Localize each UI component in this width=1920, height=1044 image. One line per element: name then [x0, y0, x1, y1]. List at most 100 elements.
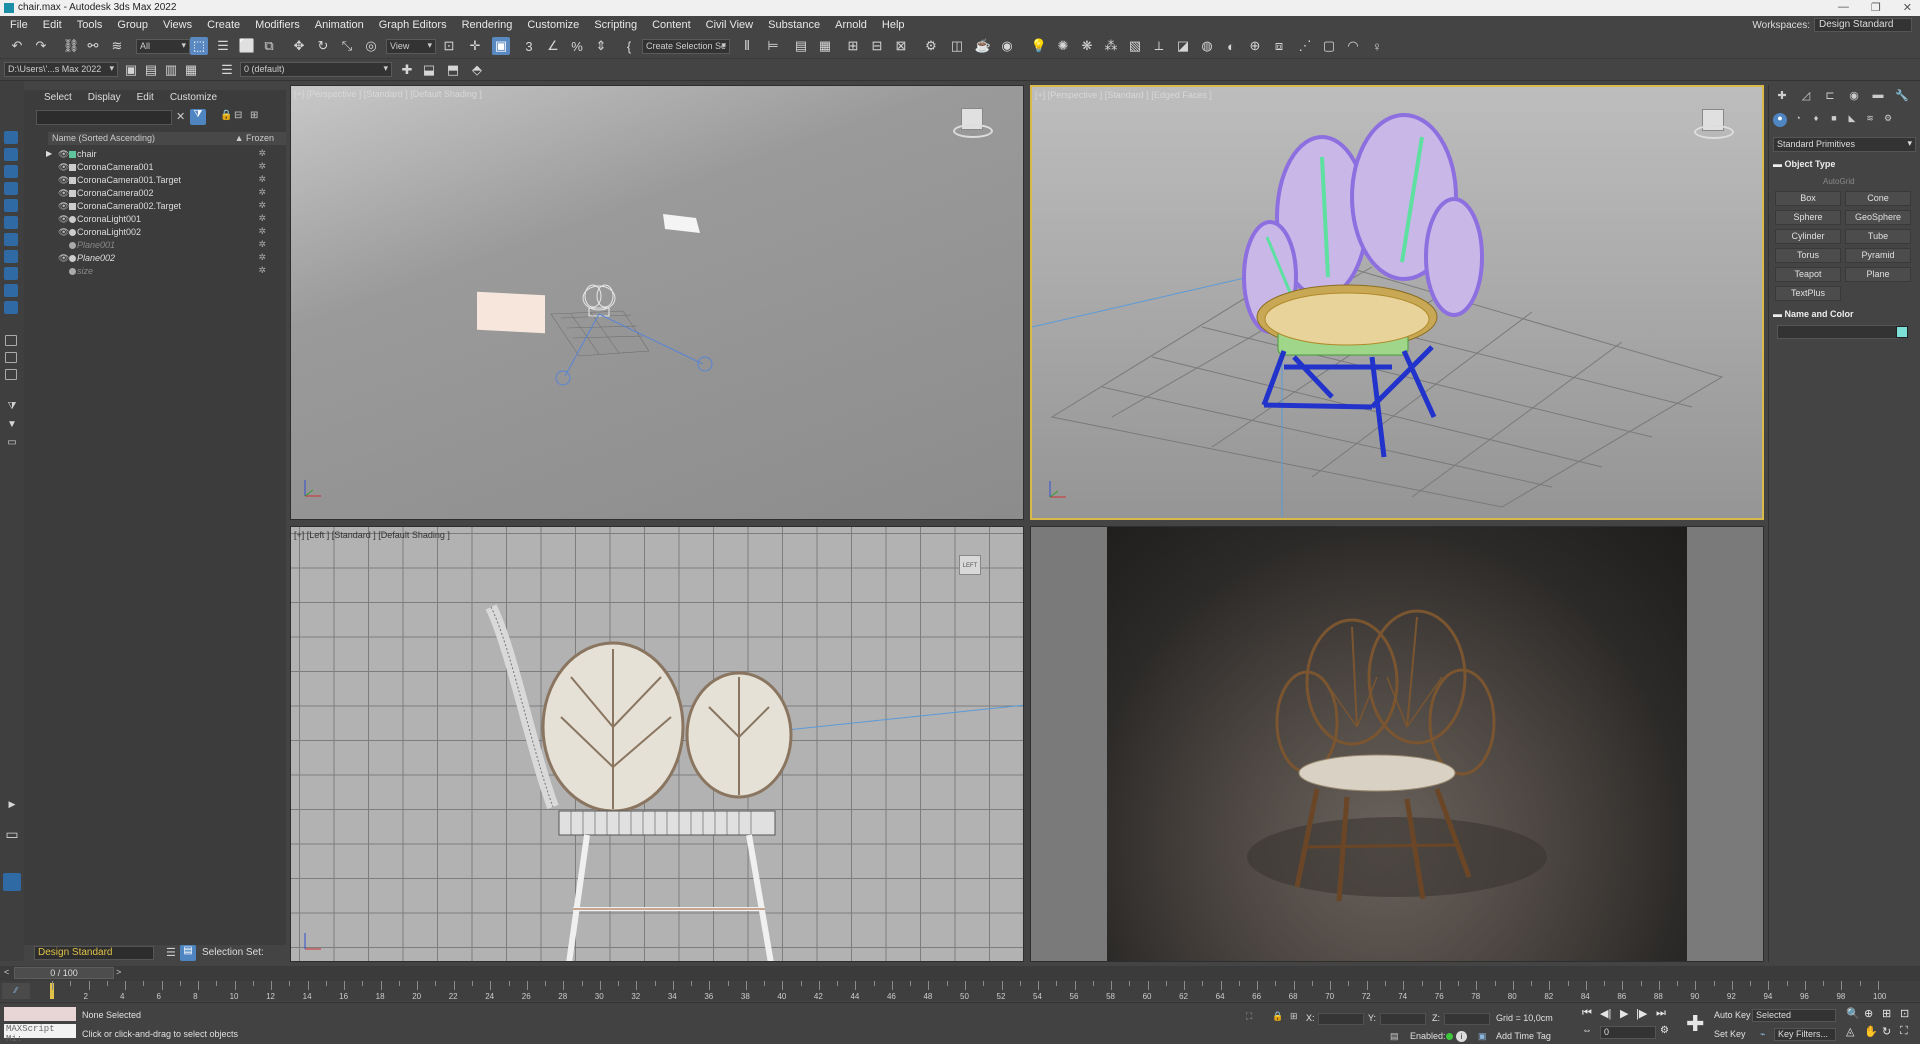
systems-category-icon[interactable]: ⚙ [1881, 113, 1895, 127]
autogrid-checkbox[interactable]: AutoGrid [1823, 177, 1855, 186]
zoom-extents-all-icon[interactable]: ⊡ [1900, 1007, 1909, 1020]
move-icon[interactable]: ✥ [290, 37, 308, 55]
visibility-eye-icon[interactable]: 👁 [58, 188, 69, 199]
layer-explorer-icon[interactable]: ▤ [792, 37, 810, 55]
info-icon[interactable]: i [1456, 1031, 1467, 1042]
y-coordinate-field[interactable] [1380, 1013, 1426, 1025]
scene-item[interactable]: 👁 CoronaLight001 ✲ [48, 213, 286, 226]
scene-item[interactable]: ▶ 👁 chair ✲ [46, 148, 286, 161]
torus-button[interactable]: Torus [1775, 248, 1841, 263]
tab-select[interactable]: Select [44, 92, 72, 108]
time-tag-icon[interactable]: ▣ [1478, 1031, 1487, 1042]
display-geometry-icon[interactable] [4, 148, 18, 161]
hidden-filter-icon[interactable] [5, 352, 17, 363]
frozen-filter-icon[interactable] [5, 335, 17, 346]
layer-icon[interactable]: ⊞ [250, 110, 258, 121]
clear-search-icon[interactable]: ✕ [176, 110, 185, 123]
scene-item[interactable]: 👁 Plane002 ✲ [48, 252, 286, 265]
cylinder-button[interactable]: Cylinder [1775, 229, 1841, 244]
display-lights-icon[interactable] [4, 182, 18, 195]
redo-icon[interactable]: ↷ [32, 37, 50, 55]
freeze-icon[interactable]: ✲ [258, 148, 266, 159]
freeze-icon[interactable]: ✲ [258, 187, 266, 198]
spacewarps-category-icon[interactable]: ≋ [1863, 113, 1877, 127]
utilities-tab-icon[interactable]: 🔧 [1893, 89, 1911, 105]
freeze-icon[interactable]: ✲ [258, 174, 266, 185]
script-icon[interactable]: ▤ [1390, 1031, 1399, 1042]
name-column-header[interactable]: Name (Sorted Ascending) [52, 133, 155, 143]
geosphere-button[interactable]: GeoSphere [1845, 210, 1911, 225]
display-spacewarps-icon[interactable] [4, 233, 18, 246]
menu-content[interactable]: Content [652, 19, 691, 31]
menu-edit[interactable]: Edit [43, 19, 62, 31]
selection-lock-icon[interactable]: 🔒 [1272, 1011, 1283, 1022]
freeze-icon[interactable]: ✲ [258, 252, 266, 263]
funnel-icon[interactable]: ⧩ [3, 397, 21, 415]
menu-customize[interactable]: Customize [527, 19, 579, 31]
window-crossing-icon[interactable]: ⧉ [260, 37, 278, 55]
texture-icon[interactable]: ◪ [1174, 37, 1192, 55]
next-key-icon[interactable]: |▶ [1636, 1007, 1647, 1020]
visibility-eye-icon[interactable]: 👁 [58, 253, 69, 264]
key-filters-button[interactable]: Key Filters... [1774, 1028, 1836, 1041]
named-selection-dropdown[interactable]: Create Selection Se [642, 39, 730, 54]
unlink-icon[interactable]: ⚯ [84, 37, 102, 55]
freeze-icon[interactable]: ✲ [258, 200, 266, 211]
set-current-layer-icon[interactable]: ⬘ [468, 61, 486, 79]
project-folder-icon[interactable]: ▣ [122, 61, 140, 79]
viewcube-ring[interactable] [1694, 125, 1734, 139]
freeze-icon[interactable]: ✲ [258, 226, 266, 237]
key-selection-dropdown[interactable]: Selected [1752, 1009, 1836, 1022]
teapot-button[interactable]: Teapot [1775, 267, 1841, 282]
zoom-extents-icon[interactable]: ⊞ [1882, 1007, 1891, 1020]
object-color-swatch[interactable] [1896, 326, 1908, 338]
scene-item[interactable]: 👁 CoronaLight002 ✲ [48, 226, 286, 239]
hierarchy-icon[interactable]: ⊟ [234, 110, 242, 121]
close-button[interactable]: ✕ [1903, 1, 1912, 14]
display-cameras-icon[interactable] [4, 199, 18, 212]
select-object-icon[interactable]: ⬚ [190, 37, 208, 55]
sort-hierarchy-icon[interactable] [3, 873, 21, 891]
track-bar[interactable]: ⁄⁄ 2 4 6 8 10 12 14 16 18 20 22 24 26 28 30 32 34 36 38 40 4… [0, 981, 1920, 1001]
menu-modifiers[interactable]: Modifiers [255, 19, 300, 31]
column-header[interactable]: Name (Sorted Ascending) ▲ Frozen [48, 132, 286, 145]
ref-coord-dropdown[interactable]: View [386, 39, 436, 54]
add-to-layer-icon[interactable]: ⬓ [420, 61, 438, 79]
mirror-icon[interactable]: ⫴ [738, 37, 756, 55]
freeze-icon[interactable]: ✲ [258, 161, 266, 172]
z-coordinate-field[interactable] [1444, 1013, 1490, 1025]
link-icon[interactable]: ⛓ [62, 37, 80, 55]
freeze-icon[interactable]: ✲ [258, 265, 266, 276]
menu-graph-editors[interactable]: Graph Editors [379, 19, 447, 31]
find-field[interactable] [36, 110, 172, 125]
create-layer-icon[interactable]: ✚ [398, 61, 416, 79]
viewport-perspective-top-right[interactable]: [+] [Perspective ] [Standard ] [Edged Fa… [1030, 85, 1764, 520]
camera-icon[interactable]: ◠ [1344, 37, 1362, 55]
go-to-end-icon[interactable]: ⏭ [1656, 1007, 1666, 1020]
sphere-button[interactable]: Sphere [1775, 210, 1841, 225]
select-in-layer-icon[interactable]: ⬒ [444, 61, 462, 79]
converter-icon[interactable]: ⊕ [1246, 37, 1264, 55]
lights-category-icon[interactable]: ♦ [1809, 113, 1823, 127]
select-manipulate-icon[interactable]: ✛ [466, 37, 484, 55]
maximize-button[interactable]: ❐ [1871, 1, 1881, 14]
scene-item[interactable]: size ✲ [48, 265, 286, 278]
sun-icon[interactable]: ✺ [1054, 37, 1072, 55]
fx-icon[interactable]: ❋ [1078, 37, 1096, 55]
fov-icon[interactable]: ◬ [1846, 1025, 1854, 1038]
time-slider-knob[interactable]: 0 / 100 [14, 967, 114, 979]
textplus-button[interactable]: TextPlus [1775, 286, 1841, 301]
sort-toggle-icon[interactable]: ▤ [180, 945, 196, 961]
decal-icon[interactable]: ▢ [1320, 37, 1338, 55]
geometry-category-icon[interactable]: ● [1773, 113, 1787, 127]
menu-group[interactable]: Group [117, 19, 148, 31]
toggle-ribbon-icon[interactable]: ▦ [816, 37, 834, 55]
framebuffer-icon[interactable]: ◐ [1222, 37, 1240, 55]
viewport-left[interactable]: [+] [Left ] [Standard ] [Default Shading… [290, 526, 1024, 962]
play-icon[interactable]: ▶ [1620, 1007, 1628, 1020]
prev-key-icon[interactable]: ◀| [1600, 1007, 1611, 1020]
bind-space-warp-icon[interactable]: ≋ [108, 37, 126, 55]
undo-icon[interactable]: ↶ [8, 37, 26, 55]
helpers-category-icon[interactable]: ◣ [1845, 113, 1859, 127]
tab-display[interactable]: Display [88, 92, 121, 108]
